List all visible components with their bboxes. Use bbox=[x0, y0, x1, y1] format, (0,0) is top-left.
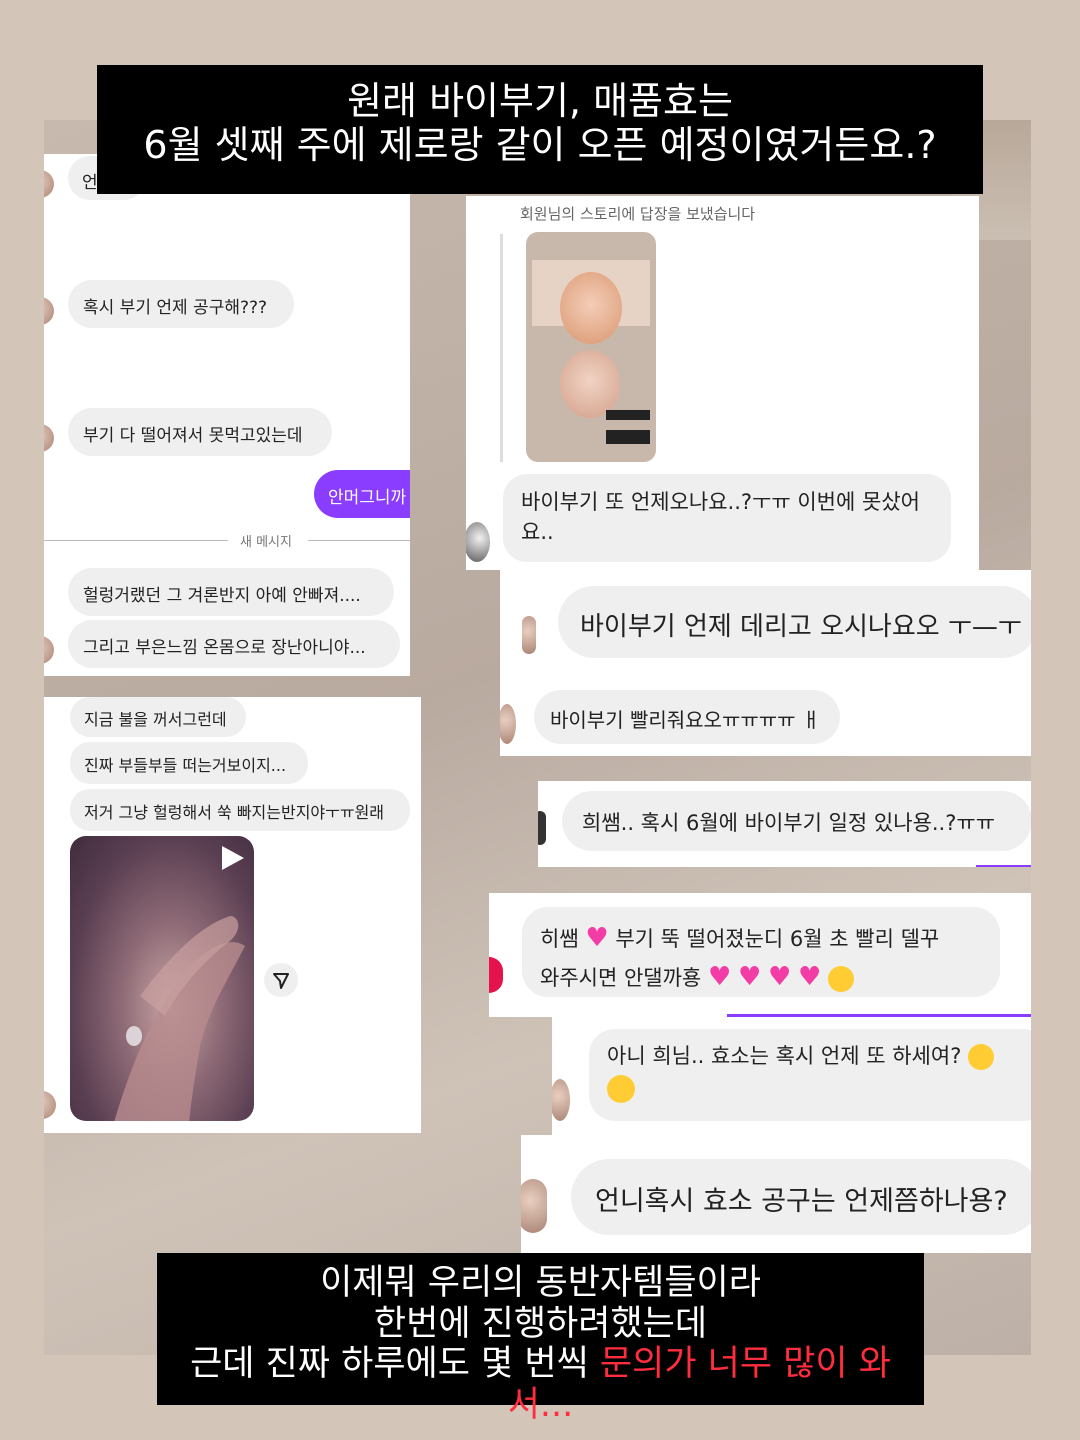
avatar bbox=[44, 636, 54, 664]
footer-caption-line-3: 근데 진짜 하루에도 몇 번씩 문의가 너무 많이 와서... bbox=[163, 1344, 918, 1425]
message-bubble: 언니혹시 효소 공구는 언제쯤하나용? bbox=[571, 1159, 1031, 1235]
avatar bbox=[44, 297, 54, 325]
message-text: 헐렁거랬던 그 겨론반지 아예 안빠져.... bbox=[83, 586, 361, 606]
heart-icon: ♥ bbox=[585, 923, 609, 953]
message-line-2: 와주시면 안댈까횽 ♥ ♥ ♥ ♥ bbox=[540, 958, 982, 997]
chat-screenshot-right-2: 바이부기 언제 데리고 오시나요오 ㅜ—ㅜ 바이부기 빨리줘요오ㅠㅠㅠㅠ ㅐ bbox=[500, 570, 1031, 756]
sent-message-bubble: 안머그니까 bbox=[314, 470, 410, 518]
heart-icon: ♥ bbox=[707, 962, 732, 992]
message-bubble: 희쌤.. 혹시 6월에 바이부기 일정 있나용..?ㅠㅠ bbox=[562, 791, 1031, 851]
message-text: 그리고 부은느낌 온몸으로 장난아니야... bbox=[83, 638, 366, 658]
message-text: 아니 희님.. 효소는 혹시 언제 또 하세여? bbox=[607, 1044, 962, 1068]
pleading-face-icon bbox=[827, 966, 854, 992]
face-thumb-1 bbox=[560, 272, 622, 344]
heart-icon: ♥ bbox=[737, 962, 762, 992]
heart-icon: ♥ bbox=[797, 962, 822, 992]
chat-screenshot-right-6: 아니 희님.. 효소는 혹시 언제 또 하세여? bbox=[552, 1017, 1031, 1135]
message-text: 부기 다 떨어져서 못먹고있는데 bbox=[83, 426, 303, 446]
video-thumbnail[interactable] bbox=[70, 836, 254, 1121]
header-caption: 원래 바이부기, 매품효는 6월 셋째 주에 제로랑 같이 오픈 예정이였거든요… bbox=[97, 65, 983, 194]
message-bubble: 부기 다 떨어져서 못먹고있는데 bbox=[68, 408, 332, 456]
message-text: 진짜 부들부들 떠는거보이지... bbox=[84, 756, 287, 775]
message-bubble: 아니 희님.. 효소는 혹시 언제 또 하세여? bbox=[589, 1029, 1031, 1121]
avatar bbox=[538, 811, 546, 845]
face-thumb-2 bbox=[560, 350, 620, 418]
header-caption-line-1: 원래 바이부기, 매품효는 bbox=[347, 79, 733, 123]
message-line-1: 히쌤 ♥ 부기 뚝 떨어졌눈디 6월 초 빨리 델꾸 bbox=[540, 919, 982, 958]
message-text: 언니혹시 효소 공구는 언제쯤하나용? bbox=[595, 1186, 1008, 1217]
accent-bar bbox=[976, 865, 1031, 867]
message-line-2 bbox=[607, 1073, 1031, 1105]
message-bubble: 바이부기 또 언제오나요..?ㅜㅠ 이번에 못샀어요.. bbox=[503, 474, 951, 562]
avatar bbox=[489, 957, 503, 993]
message-text: 바이부기 빨리줘요오ㅠㅠㅠㅠ ㅐ bbox=[550, 708, 821, 732]
message-text: 와주시면 안댈까횽 bbox=[540, 966, 702, 990]
avatar bbox=[521, 1179, 547, 1233]
message-text: 바이부기 또 언제오나요..?ㅜㅠ 이번에 못샀어요.. bbox=[521, 490, 920, 545]
story-reply-bar bbox=[500, 234, 503, 462]
message-bubble: 진짜 부들부들 떠는거보이지... bbox=[70, 742, 308, 784]
story-thumbnail[interactable] bbox=[526, 232, 656, 462]
send-icon[interactable] bbox=[264, 963, 298, 997]
pleading-face-icon bbox=[607, 1074, 635, 1103]
footer-caption-white-text: 근데 진짜 하루에도 몇 번씩 bbox=[190, 1344, 600, 1385]
message-text: 부기 뚝 떨어졌눈디 6월 초 빨리 델꾸 bbox=[615, 927, 940, 951]
avatar bbox=[552, 1079, 570, 1121]
message-bubble: 저거 그냥 헐렁해서 쑥 빠지는반지야ㅜㅠ원래 bbox=[70, 789, 410, 831]
message-text: 바이부기 언제 데리고 오시나요오 ㅜ—ㅜ bbox=[580, 612, 1022, 642]
message-bubble: 헐렁거랬던 그 겨론반지 아예 안빠져.... bbox=[68, 568, 394, 616]
message-text: 희쌤.. 혹시 6월에 바이부기 일정 있나용..?ㅠㅠ bbox=[582, 811, 996, 835]
message-text: 언 bbox=[82, 173, 98, 193]
play-icon[interactable] bbox=[218, 844, 246, 872]
chat-screenshot-right-4: 희쌤.. 혹시 6월에 바이부기 일정 있나용..?ㅠㅠ bbox=[538, 781, 1031, 867]
footer-caption-line-1: 이제뭐 우리의 동반자템들이라 bbox=[320, 1263, 761, 1303]
message-bubble: 지금 불을 꺼서그런데 bbox=[70, 697, 246, 737]
message-bubble: 혹시 부기 언제 공구해??? bbox=[68, 280, 294, 328]
message-text: 혹시 부기 언제 공구해??? bbox=[83, 298, 268, 318]
chat-screenshot-left-1: 언 혹시 부기 언제 공구해??? 부기 다 떨어져서 못먹고있는데 안머그니까… bbox=[44, 154, 410, 676]
header-caption-line-2: 6월 셋째 주에 제로랑 같이 오픈 예정이였거든요.? bbox=[143, 123, 937, 168]
divider-right bbox=[308, 540, 410, 541]
message-bubble: 히쌤 ♥ 부기 뚝 떨어졌눈디 6월 초 빨리 델꾸 와주시면 안댈까횽 ♥ ♥… bbox=[522, 907, 1000, 997]
avatar bbox=[466, 522, 490, 562]
message-text: 안머그니까 bbox=[328, 488, 407, 508]
avatar bbox=[44, 424, 54, 452]
chat-screenshot-left-2: 지금 불을 꺼서그런데 진짜 부들부들 떠는거보이지... 저거 그냥 헐렁해서… bbox=[44, 697, 421, 1133]
avatar bbox=[500, 704, 516, 744]
divider-left bbox=[44, 540, 228, 541]
message-bubble: 바이부기 언제 데리고 오시나요오 ㅜ—ㅜ bbox=[558, 586, 1031, 658]
avatar bbox=[44, 170, 54, 198]
message-text: 저거 그냥 헐렁해서 쑥 빠지는반지야ㅜㅠ원래 bbox=[84, 803, 385, 822]
message-text: 지금 불을 꺼서그런데 bbox=[84, 710, 227, 729]
new-message-divider: 새 메시지 bbox=[240, 535, 292, 550]
story-reply-label: 회원님의 스토리에 답장을 보냈습니다 bbox=[520, 205, 756, 223]
avatar bbox=[44, 1091, 56, 1119]
message-text: 히쌤 bbox=[540, 927, 579, 951]
message-line-1: 아니 희님.. 효소는 혹시 언제 또 하세여? bbox=[607, 1041, 1031, 1073]
chat-screenshot-right-5: 히쌤 ♥ 부기 뚝 떨어졌눈디 6월 초 빨리 델꾸 와주시면 안댈까횽 ♥ ♥… bbox=[489, 893, 1031, 1017]
chat-screenshot-right-7: 언니혹시 효소 공구는 언제쯤하나용? bbox=[521, 1135, 1031, 1253]
heart-icon: ♥ bbox=[767, 962, 792, 992]
message-bubble: 그리고 부은느낌 온몸으로 장난아니야... bbox=[68, 620, 400, 668]
footer-caption-line-2: 한번에 진행하려했는데 bbox=[373, 1303, 708, 1344]
chat-screenshot-right-1: 회원님의 스토리에 답장을 보냈습니다 바이부기 또 언제오나요..?ㅜㅠ 이번… bbox=[466, 196, 979, 570]
pleading-face-icon bbox=[968, 1044, 995, 1070]
avatar bbox=[522, 616, 536, 654]
message-bubble: 바이부기 빨리줘요오ㅠㅠㅠㅠ ㅐ bbox=[534, 690, 840, 744]
footer-caption: 이제뭐 우리의 동반자템들이라 한번에 진행하려했는데 근데 진짜 하루에도 몇… bbox=[157, 1253, 924, 1425]
hand-illustration bbox=[114, 916, 245, 1121]
